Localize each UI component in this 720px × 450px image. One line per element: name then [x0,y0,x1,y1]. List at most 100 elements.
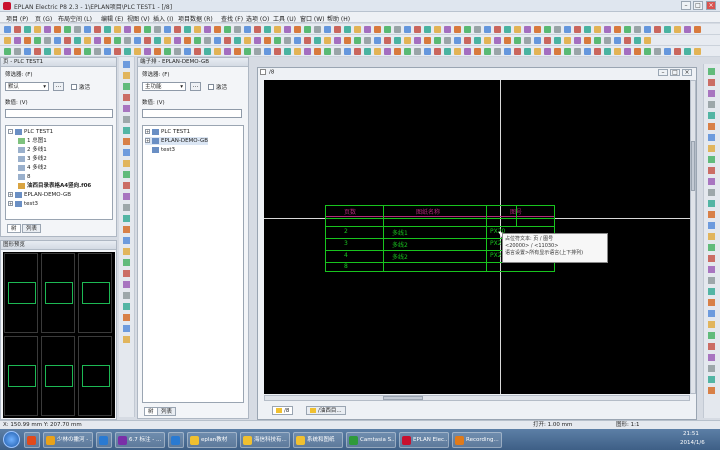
symbol-tool-icon[interactable] [708,343,715,350]
toolbar-tool-icon[interactable] [264,37,271,44]
taskbar-app-button[interactable]: Recording... [452,432,502,448]
toolbar-tool-icon[interactable] [74,48,81,55]
toolbar-tool-icon[interactable] [294,37,301,44]
toolbar-tool-icon[interactable] [654,48,661,55]
toolbar-tool-icon[interactable] [124,48,131,55]
doc-restore-button[interactable]: □ [670,69,680,76]
toolbar-tool-icon[interactable] [324,48,331,55]
menu-options[interactable]: 选项 (O) [246,14,269,23]
toolbar-tool-icon[interactable] [424,48,431,55]
preview-thumb[interactable] [78,336,112,416]
menu-layout-space[interactable]: 布局空间 (L) [58,14,92,23]
toolbar-tool-icon[interactable] [104,37,111,44]
toolbar-tool-icon[interactable] [84,37,91,44]
close-button[interactable]: × [706,1,716,10]
toolbar-tool-icon[interactable] [184,48,191,55]
draw-tool-icon[interactable] [123,259,130,266]
symbol-tool-icon[interactable] [708,332,715,339]
toolbar-tool-icon[interactable] [184,26,191,33]
toolbar-tool-icon[interactable] [524,26,531,33]
toolbar-tool-icon[interactable] [84,48,91,55]
draw-tool-icon[interactable] [123,314,130,321]
terminal-filter-more-button[interactable]: ... [190,82,201,91]
toolbar-tool-icon[interactable] [304,37,311,44]
symbol-tool-icon[interactable] [708,68,715,75]
tree-item[interactable]: + PLC TEST1 [145,128,190,136]
start-button[interactable] [3,431,20,448]
symbol-tool-icon[interactable] [708,233,715,240]
toolbar-tool-icon[interactable] [174,48,181,55]
menu-insert[interactable]: 插入 (I) [153,14,173,23]
toolbar-tool-icon[interactable] [14,26,21,33]
toolbar-tool-icon[interactable] [504,37,511,44]
toolbar-tool-icon[interactable] [384,48,391,55]
symbol-tool-icon[interactable] [708,79,715,86]
toolbar-tool-icon[interactable] [44,48,51,55]
draw-tool-icon[interactable] [123,127,130,134]
toolbar-tool-icon[interactable] [514,48,521,55]
toolbar-tool-icon[interactable] [464,26,471,33]
toolbar-tool-icon[interactable] [234,37,241,44]
draw-tool-icon[interactable] [123,160,130,167]
draw-tool-icon[interactable] [123,336,130,343]
toolbar-tool-icon[interactable] [264,48,271,55]
menu-find[interactable]: 查找 (F) [221,14,243,23]
toolbar-tool-icon[interactable] [44,37,51,44]
minimize-button[interactable]: – [681,1,691,10]
toolbar-tool-icon[interactable] [634,37,641,44]
toolbar-tool-icon[interactable] [394,26,401,33]
toolbar-tool-icon[interactable] [544,48,551,55]
toolbar-tool-icon[interactable] [374,48,381,55]
toolbar-tool-icon[interactable] [684,26,691,33]
symbol-tool-icon[interactable] [708,101,715,108]
toolbar-tool-icon[interactable] [574,26,581,33]
toolbar-tool-icon[interactable] [74,37,81,44]
toolbar-tool-icon[interactable] [364,48,371,55]
toolbar-tool-icon[interactable] [164,37,171,44]
taskbar-app-button[interactable]: Camtasia S... [346,432,396,448]
vertical-scroll-thumb[interactable] [691,141,695,191]
terminal-tab-tree[interactable]: 树 [144,407,158,416]
toolbar-tool-icon[interactable] [34,26,41,33]
toolbar-tool-icon[interactable] [114,48,121,55]
draw-tool-icon[interactable] [123,226,130,233]
filter-select[interactable]: 默认 ▾ [5,82,49,91]
toolbar-tool-icon[interactable] [554,37,561,44]
toolbar-tool-icon[interactable] [4,37,11,44]
toolbar-tool-icon[interactable] [154,48,161,55]
terminal-filter-select[interactable]: 主功能 ▾ [142,82,186,91]
toolbar-tool-icon[interactable] [644,48,651,55]
toolbar-tool-icon[interactable] [324,26,331,33]
toolbar-tool-icon[interactable] [204,48,211,55]
toolbar-tool-icon[interactable] [514,37,521,44]
tree-item[interactable]: 4 多线2 [18,164,47,172]
toolbar-tool-icon[interactable] [644,37,651,44]
toolbar-tool-icon[interactable] [544,37,551,44]
tree-item[interactable]: + test3 [8,200,38,208]
toolbar-tool-icon[interactable] [114,26,121,33]
toolbar-tool-icon[interactable] [674,48,681,55]
toolbar-tool-icon[interactable] [214,48,221,55]
toolbar-tool-icon[interactable] [114,37,121,44]
doc-minimize-button[interactable]: – [658,69,668,76]
toolbar-tool-icon[interactable] [334,48,341,55]
toolbar-tool-icon[interactable] [484,26,491,33]
toolbar-tool-icon[interactable] [494,48,501,55]
tree-item[interactable]: 油西目录表格A4竖向.f06 [18,182,91,190]
draw-tool-icon[interactable] [123,325,130,332]
toolbar-tool-icon[interactable] [54,26,61,33]
toolbar-tool-icon[interactable] [594,48,601,55]
toolbar-tool-icon[interactable] [504,26,511,33]
toolbar-tool-icon[interactable] [154,26,161,33]
toolbar-tool-icon[interactable] [414,37,421,44]
toolbar-tool-icon[interactable] [44,26,51,33]
tab-tree[interactable]: 树 [7,224,21,233]
toolbar-tool-icon[interactable] [174,26,181,33]
toolbar-tool-icon[interactable] [564,37,571,44]
toolbar-tool-icon[interactable] [394,48,401,55]
toolbar-tool-icon[interactable] [474,48,481,55]
toolbar-tool-icon[interactable] [344,26,351,33]
taskbar-app-button[interactable] [168,432,184,448]
toolbar-tool-icon[interactable] [104,48,111,55]
draw-tool-icon[interactable] [123,204,130,211]
